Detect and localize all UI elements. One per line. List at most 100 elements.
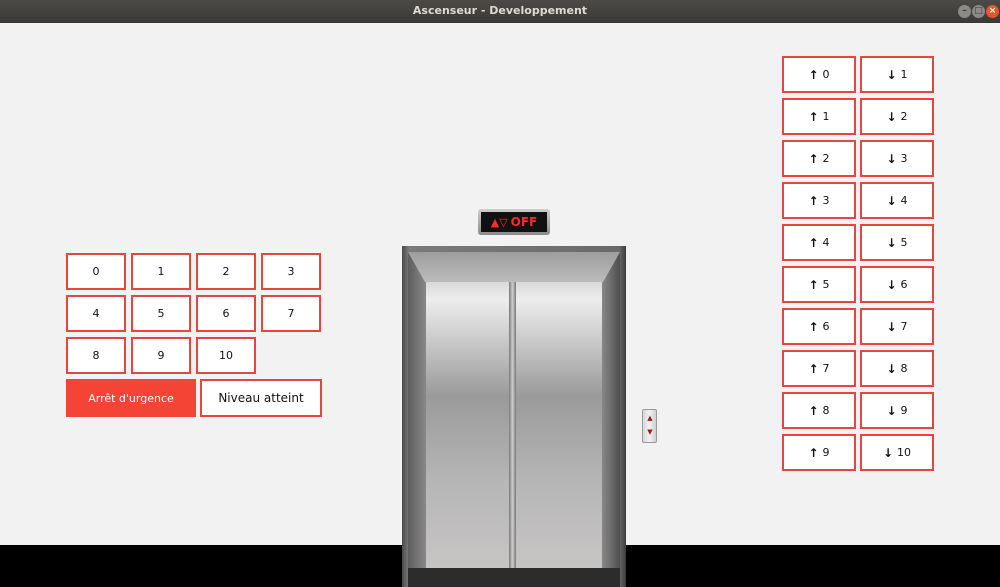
- call-up-button-7[interactable]: ↑ 7: [782, 350, 856, 387]
- arrow-down-icon: ↓: [886, 403, 897, 418]
- floor-button-label: 0: [92, 265, 100, 278]
- window-title: Ascenseur - Developpement: [412, 4, 588, 17]
- arrow-down-icon: ↓: [886, 193, 897, 208]
- arrow-down-icon: ↓: [886, 67, 897, 82]
- floor-button-4[interactable]: 4: [66, 295, 126, 332]
- call-label: 3: [900, 152, 908, 165]
- arrow-up-icon: ↑: [808, 319, 819, 334]
- call-label: 4: [822, 236, 830, 249]
- call-up-button-8[interactable]: ↑ 8: [782, 392, 856, 429]
- arrow-up-icon: ↑: [808, 277, 819, 292]
- call-label: 1: [900, 68, 908, 81]
- arrow-up-icon: ↑: [808, 361, 819, 376]
- elevator-door-right: [515, 282, 602, 568]
- elevator-frame-right: [602, 252, 620, 587]
- display-text: OFF: [510, 215, 538, 229]
- call-up-button-3[interactable]: ↑ 3: [782, 182, 856, 219]
- call-label: 0: [822, 68, 830, 81]
- call-label: 8: [900, 362, 908, 375]
- call-label: 9: [900, 404, 908, 417]
- call-down-button-2[interactable]: ↓ 2: [860, 98, 934, 135]
- floor-button-9[interactable]: 9: [131, 337, 191, 374]
- floor-button-label: 3: [287, 265, 295, 278]
- arrow-up-icon: ↑: [808, 403, 819, 418]
- floor-button-7[interactable]: 7: [261, 295, 321, 332]
- arrow-up-icon: ↑: [808, 109, 819, 124]
- call-down-button-10[interactable]: ↓ 10: [860, 434, 934, 471]
- call-down-button-1[interactable]: ↓ 1: [860, 56, 934, 93]
- maximize-icon[interactable]: □: [972, 5, 985, 18]
- elevator-door-seam: [509, 282, 516, 568]
- arrow-down-icon: ↓: [886, 319, 897, 334]
- arrow-down-icon: ↓: [886, 235, 897, 250]
- floor-button-label: 8: [92, 349, 100, 362]
- call-down-button-5[interactable]: ↓ 5: [860, 224, 934, 261]
- arrow-up-icon: ↑: [808, 67, 819, 82]
- call-label: 6: [822, 320, 830, 333]
- floor-button-1[interactable]: 1: [131, 253, 191, 290]
- call-label: 2: [900, 110, 908, 123]
- up-arrow-icon: ▲: [647, 414, 653, 422]
- floor-button-3[interactable]: 3: [261, 253, 321, 290]
- call-label: 8: [822, 404, 830, 417]
- call-label: 1: [822, 110, 830, 123]
- call-down-button-8[interactable]: ↓ 8: [860, 350, 934, 387]
- call-up-button-2[interactable]: ↑ 2: [782, 140, 856, 177]
- floor-button-label: 5: [157, 307, 165, 320]
- call-up-button-5[interactable]: ↑ 5: [782, 266, 856, 303]
- call-label: 10: [897, 446, 912, 459]
- arrow-up-icon: ↑: [808, 445, 819, 460]
- call-down-button-9[interactable]: ↓ 9: [860, 392, 934, 429]
- call-up-button-9[interactable]: ↑ 9: [782, 434, 856, 471]
- call-up-button-4[interactable]: ↑ 4: [782, 224, 856, 261]
- minimize-icon[interactable]: –: [958, 5, 971, 18]
- call-label: 7: [900, 320, 908, 333]
- floor-button-10[interactable]: 10: [196, 337, 256, 374]
- emergency-stop-button[interactable]: Arrêt d'urgence: [66, 379, 196, 417]
- call-label: 7: [822, 362, 830, 375]
- call-label: 2: [822, 152, 830, 165]
- call-label: 6: [900, 278, 908, 291]
- arrow-up-icon: ↑: [808, 151, 819, 166]
- level-reached-button[interactable]: Niveau atteint: [200, 379, 322, 417]
- arrow-down-icon: ↓: [882, 445, 894, 460]
- arrow-down-icon: ↓: [886, 277, 897, 292]
- arrow-up-icon: ↑: [808, 193, 819, 208]
- floor-button-6[interactable]: 6: [196, 295, 256, 332]
- floor-button-label: 7: [287, 307, 295, 320]
- floor-button-label: 2: [222, 265, 230, 278]
- call-label: 3: [822, 194, 830, 207]
- call-up-button-6[interactable]: ↑ 6: [782, 308, 856, 345]
- call-down-button-4[interactable]: ↓ 4: [860, 182, 934, 219]
- arrow-down-icon: ↓: [886, 151, 897, 166]
- call-label: 5: [822, 278, 830, 291]
- emergency-stop-label: Arrêt d'urgence: [88, 391, 174, 405]
- call-down-button-7[interactable]: ↓ 7: [860, 308, 934, 345]
- elevator-header: [408, 252, 620, 282]
- floor-button-8[interactable]: 8: [66, 337, 126, 374]
- down-arrow-icon: ▼: [647, 428, 653, 436]
- floor-display: ▲▽ OFF: [478, 209, 550, 235]
- call-label: 9: [822, 446, 830, 459]
- call-up-button-0[interactable]: ↑ 0: [782, 56, 856, 93]
- elevator-sill: [408, 568, 620, 587]
- floor-button-label: 6: [222, 307, 230, 320]
- call-up-button-1[interactable]: ↑ 1: [782, 98, 856, 135]
- call-label: 4: [900, 194, 908, 207]
- floor-button-5[interactable]: 5: [131, 295, 191, 332]
- floor-button-label: 10: [219, 349, 233, 362]
- call-down-button-3[interactable]: ↓ 3: [860, 140, 934, 177]
- arrow-up-icon: ↑: [808, 235, 819, 250]
- call-down-button-6[interactable]: ↓ 6: [860, 266, 934, 303]
- elevator-frame-left: [408, 252, 426, 587]
- call-label: 5: [900, 236, 908, 249]
- up-down-triangles-icon: ▲▽: [490, 215, 508, 229]
- floor-button-0[interactable]: 0: [66, 253, 126, 290]
- arrow-down-icon: ↓: [886, 109, 897, 124]
- call-button-panel[interactable]: ▲ ▼: [642, 409, 657, 443]
- floor-button-2[interactable]: 2: [196, 253, 256, 290]
- floor-button-label: 9: [157, 349, 165, 362]
- floor-button-label: 4: [92, 307, 100, 320]
- elevator-door-left: [426, 282, 510, 568]
- close-icon[interactable]: ×: [986, 5, 999, 18]
